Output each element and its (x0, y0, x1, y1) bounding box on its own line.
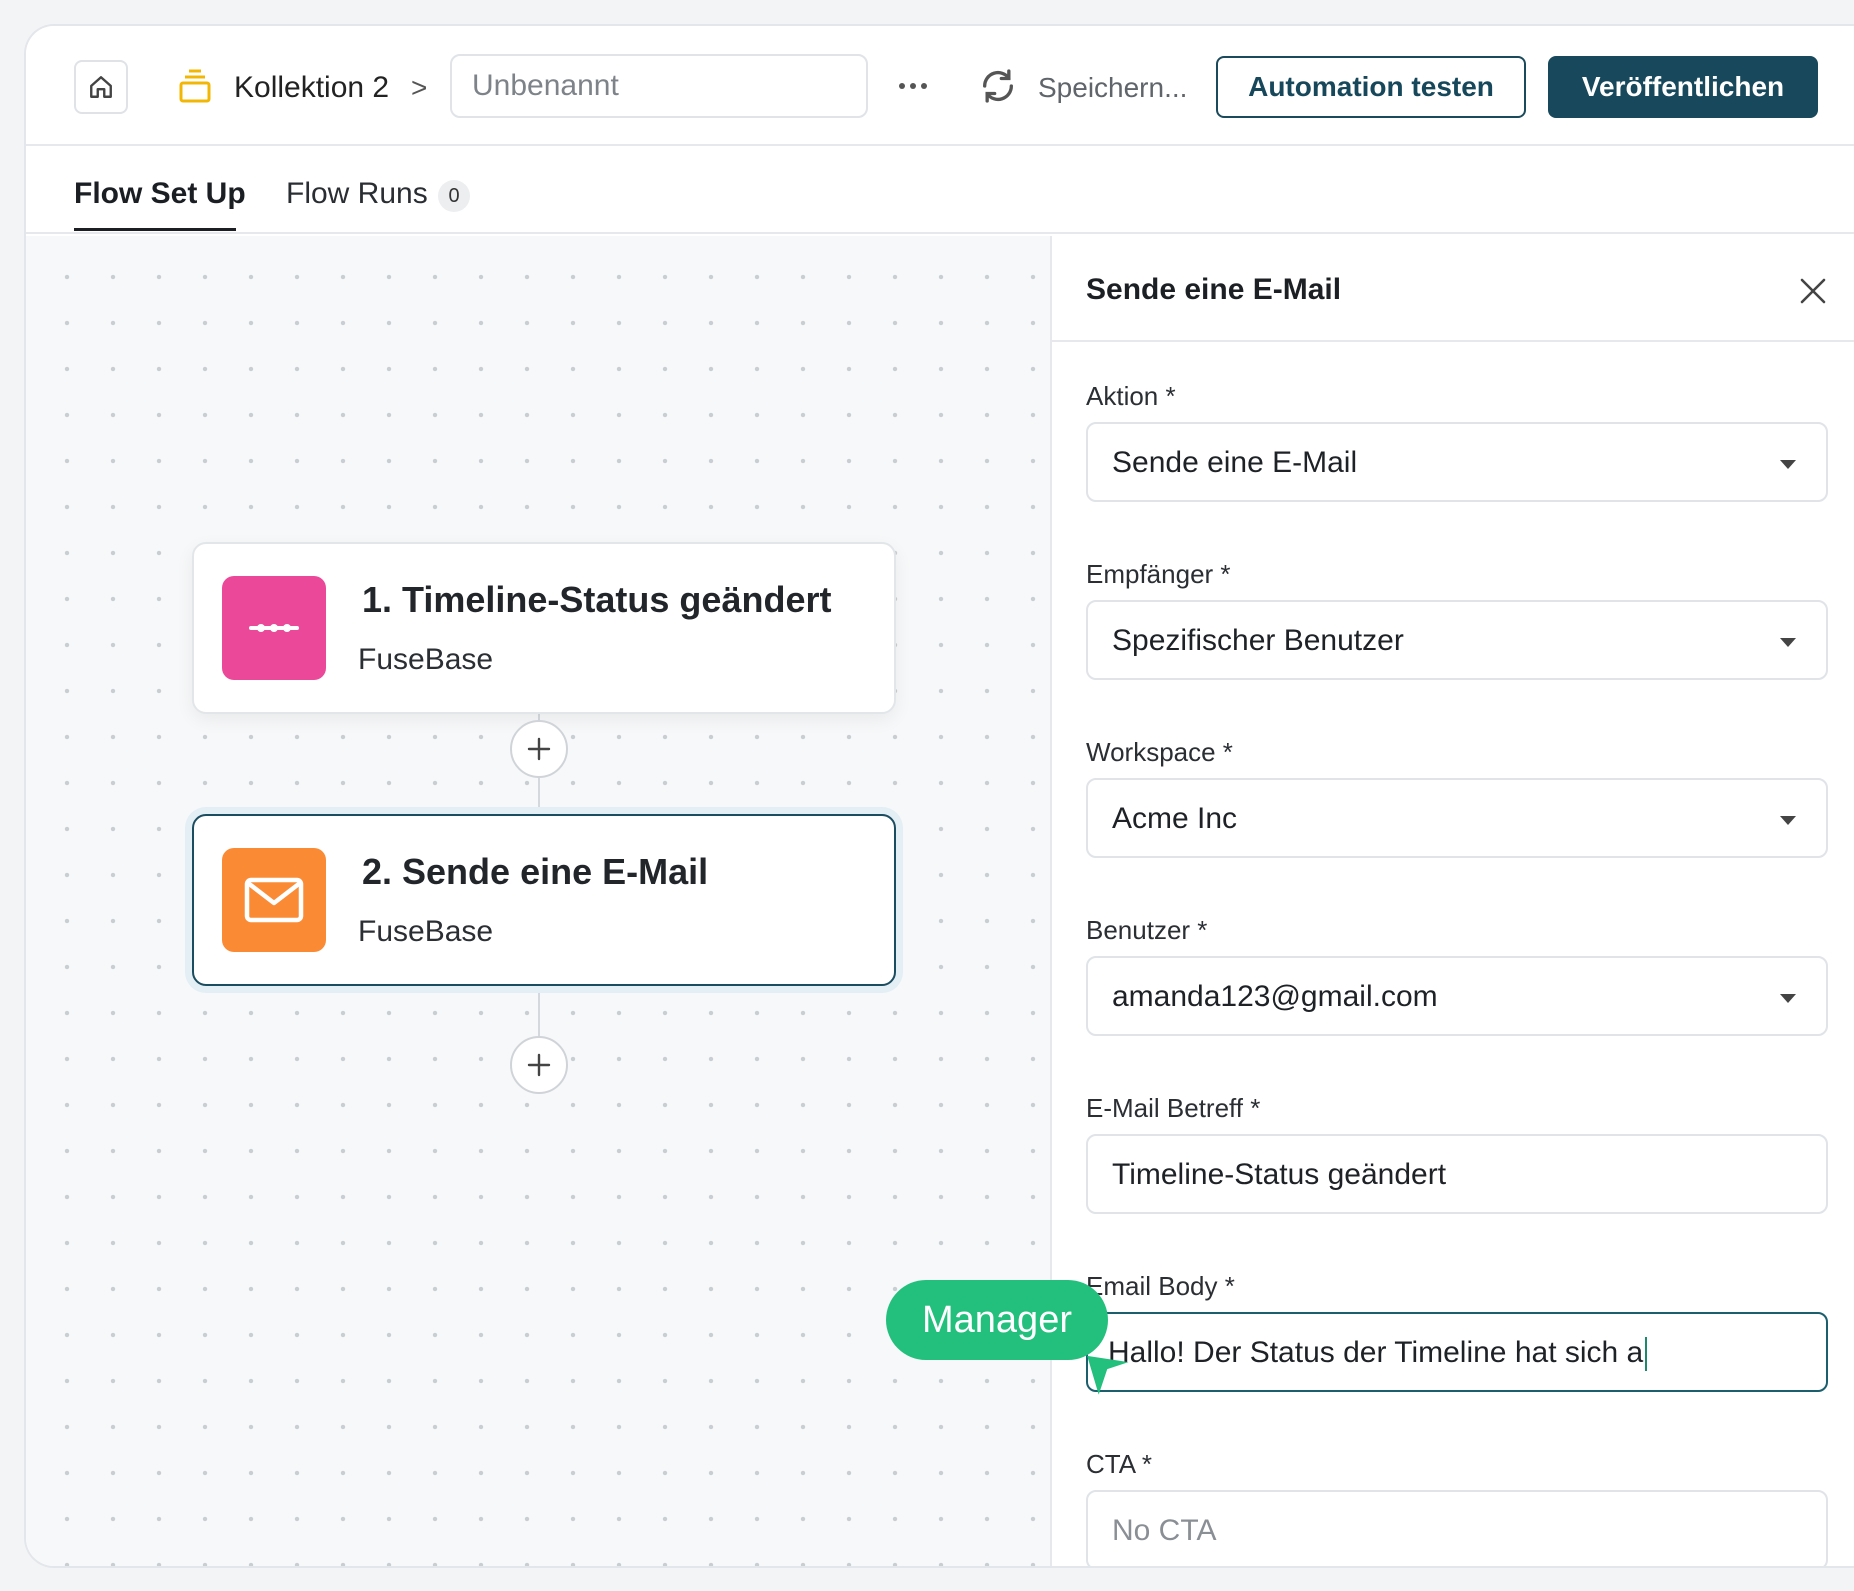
field-label-workspace: Workspace * (1086, 737, 1233, 767)
user-value: amanda123@gmail.com (1112, 980, 1438, 1013)
breadcrumb-collection[interactable]: Kollektion 2 (234, 70, 389, 106)
user-select[interactable]: amanda123@gmail.com (1086, 956, 1828, 1036)
panel-title: Sende eine E-Mail (1086, 273, 1342, 306)
node-title: 1. Timeline-Status geändert (362, 579, 832, 620)
close-icon (1800, 278, 1826, 304)
caret-down-icon (1780, 460, 1796, 469)
action-select[interactable]: Sende eine E-Mail (1086, 422, 1828, 502)
node-icon-tile (222, 848, 326, 952)
active-tab-indicator (74, 228, 236, 231)
flow-runs-count-badge: 0 (438, 180, 470, 212)
recipient-select[interactable]: Spezifischer Benutzer (1086, 600, 1828, 680)
app-window: Kollektion 2 > Speichern... Automation t… (24, 24, 1854, 1568)
tab-flow-setup[interactable]: Flow Set Up (74, 176, 246, 212)
add-step-button[interactable] (510, 720, 568, 778)
test-automation-button[interactable]: Automation testen (1216, 56, 1526, 118)
home-button[interactable] (74, 60, 128, 114)
action-value: Sende eine E-Mail (1112, 446, 1358, 479)
caret-down-icon (1780, 994, 1796, 1003)
collection-icon (179, 69, 211, 103)
saving-status: Speichern... (1038, 72, 1188, 103)
email-body-input[interactable]: Hallo! Der Status der Timeline hat sich … (1086, 1312, 1828, 1392)
publish-button[interactable]: Veröffentlichen (1548, 56, 1818, 118)
home-icon (90, 76, 112, 98)
node-app: FuseBase (358, 643, 494, 676)
mail-icon (244, 877, 304, 923)
panel-header: Sende eine E-Mail (1052, 236, 1854, 342)
workspace-value: Acme Inc (1112, 802, 1238, 835)
field-label-recipient: Empfänger * (1086, 559, 1231, 589)
close-panel-button[interactable] (1794, 272, 1832, 310)
collaborator-cursor-label: Manager (886, 1280, 1108, 1360)
cta-select[interactable]: No CTA (1086, 1490, 1828, 1566)
workspace-select[interactable]: Acme Inc (1086, 778, 1828, 858)
field-label-user: Benutzer * (1086, 915, 1208, 945)
field-label-email-body: Email Body * (1086, 1271, 1235, 1301)
dot-icon (910, 83, 916, 89)
email-subject-value: Timeline-Status geändert (1112, 1158, 1447, 1191)
flow-node-send-email[interactable]: 2. Sende eine E-Mail FuseBase (192, 814, 896, 986)
tab-bar: Flow Set Up Flow Runs 0 (26, 146, 1854, 234)
tab-flow-runs[interactable]: Flow Runs (286, 176, 428, 212)
dot-icon (899, 83, 905, 89)
plus-icon (527, 737, 551, 761)
caret-down-icon (1780, 816, 1796, 825)
flow-canvas[interactable]: 1. Timeline-Status geändert FuseBase 2. … (26, 236, 1050, 1566)
node-title: 2. Sende eine E-Mail (362, 851, 709, 892)
flow-title-input[interactable] (450, 54, 868, 118)
caret-down-icon (1780, 638, 1796, 647)
email-body-value-wrap: Hallo! Der Status der Timeline hat sich … (1108, 1334, 1648, 1372)
more-options-button[interactable] (888, 66, 938, 106)
flow-node-trigger[interactable]: 1. Timeline-Status geändert FuseBase (192, 542, 896, 714)
field-label-action: Aktion * (1086, 381, 1176, 411)
sync-icon (982, 69, 1014, 103)
step-settings-panel: Sende eine E-Mail Aktion * Sende eine E-… (1050, 236, 1854, 1566)
timeline-icon (249, 624, 299, 632)
field-label-cta: CTA * (1086, 1449, 1152, 1479)
email-body-value: Hallo! Der Status der Timeline hat sich … (1108, 1336, 1644, 1369)
recipient-value: Spezifischer Benutzer (1112, 624, 1404, 657)
field-label-subject: E-Mail Betreff * (1086, 1093, 1261, 1123)
text-caret (1645, 1337, 1648, 1372)
email-subject-input[interactable]: Timeline-Status geändert (1086, 1134, 1828, 1214)
node-app: FuseBase (358, 915, 494, 948)
add-step-button[interactable] (510, 1036, 568, 1094)
breadcrumb-separator: > (411, 72, 428, 103)
node-icon-tile (222, 576, 326, 680)
cursor-pointer-icon (1087, 1355, 1129, 1395)
plus-icon (527, 1053, 551, 1077)
cta-placeholder: No CTA (1112, 1514, 1217, 1547)
top-bar: Kollektion 2 > Speichern... Automation t… (26, 26, 1854, 146)
dot-icon (921, 83, 927, 89)
